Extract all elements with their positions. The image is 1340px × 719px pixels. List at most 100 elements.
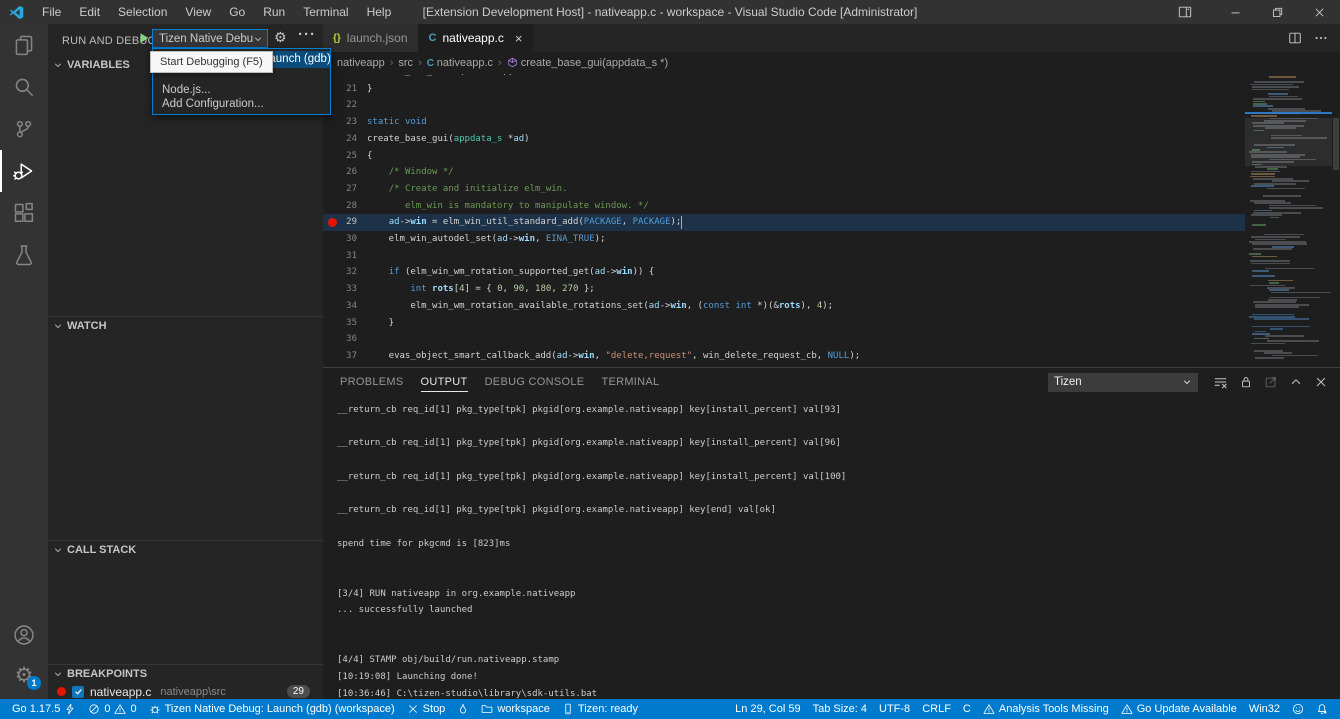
menu-view[interactable]: View bbox=[176, 0, 220, 24]
line-number[interactable]: 25 bbox=[323, 148, 357, 165]
open-output-in-editor-icon[interactable] bbox=[1264, 375, 1278, 389]
breakpoint-dot-icon bbox=[57, 687, 66, 696]
minimap[interactable] bbox=[1245, 74, 1332, 367]
line-number[interactable]: 27 bbox=[323, 181, 357, 198]
line-number[interactable]: 29 bbox=[323, 214, 357, 231]
menu-go[interactable]: Go bbox=[220, 0, 254, 24]
breadcrumb-item[interactable]: src bbox=[398, 57, 413, 69]
line-number[interactable]: 34 bbox=[323, 298, 357, 315]
start-debugging-button[interactable] bbox=[137, 31, 151, 45]
activity-explorer-icon[interactable] bbox=[0, 24, 48, 66]
menu-help[interactable]: Help bbox=[358, 0, 401, 24]
dropdown-item[interactable]: Add Configuration... bbox=[153, 97, 330, 111]
chevron-right-icon: › bbox=[418, 57, 422, 69]
output-log[interactable]: __return_cb req_id[1] pkg_type[tpk] pkgi… bbox=[323, 396, 1340, 699]
activity-test-beaker-icon[interactable] bbox=[0, 234, 48, 276]
search-icon bbox=[13, 76, 35, 98]
line-number[interactable]: 24 bbox=[323, 131, 357, 148]
close-panel-icon[interactable] bbox=[1314, 375, 1328, 389]
activity-extensions-icon[interactable] bbox=[0, 192, 48, 234]
activity-source-control-icon[interactable] bbox=[0, 108, 48, 150]
status-feedback[interactable] bbox=[1286, 699, 1310, 719]
output-line: [4/4] STAMP obj/build/run.nativeapp.stam… bbox=[337, 652, 1340, 669]
split-editor-icon[interactable] bbox=[1288, 31, 1302, 45]
status-flame[interactable] bbox=[451, 699, 475, 719]
status-eol[interactable]: CRLF bbox=[916, 699, 957, 719]
line-number[interactable]: 31 bbox=[323, 248, 357, 265]
activity-accounts-icon[interactable] bbox=[0, 615, 48, 655]
restore-icon[interactable] bbox=[1256, 0, 1298, 24]
panel-tab-output[interactable]: OUTPUT bbox=[421, 368, 468, 396]
status-go-update[interactable]: Go Update Available bbox=[1115, 699, 1243, 719]
status-language-mode[interactable]: C bbox=[957, 699, 977, 719]
line-number[interactable]: 37 bbox=[323, 348, 357, 365]
section-watch[interactable]: WATCH bbox=[48, 316, 323, 334]
line-number[interactable]: 35 bbox=[323, 315, 357, 332]
status-problems[interactable]: 00 bbox=[82, 699, 142, 719]
bell-dot-icon bbox=[1316, 703, 1328, 715]
tab-launch.json[interactable]: {}launch.json bbox=[323, 24, 419, 52]
breakpoint-checkbox[interactable] bbox=[72, 686, 84, 698]
status-stop[interactable]: Stop bbox=[401, 699, 452, 719]
status-tab-size[interactable]: Tab Size: 4 bbox=[807, 699, 873, 719]
status-text: workspace bbox=[497, 703, 550, 715]
more-actions-icon[interactable] bbox=[1314, 31, 1328, 45]
flame-icon bbox=[457, 703, 469, 715]
debug-config-select[interactable]: Tizen Native Debu bbox=[152, 29, 268, 48]
breadcrumb-item[interactable]: C nativeapp.c bbox=[427, 57, 493, 69]
status-analysis-tools[interactable]: Analysis Tools Missing bbox=[977, 699, 1115, 719]
line-number[interactable]: 23 bbox=[323, 114, 357, 131]
status-text: UTF-8 bbox=[879, 703, 910, 715]
activity-search-icon[interactable] bbox=[0, 66, 48, 108]
panel-tab-problems[interactable]: PROBLEMS bbox=[340, 368, 404, 396]
menu-selection[interactable]: Selection bbox=[109, 0, 176, 24]
warning-icon bbox=[114, 703, 126, 715]
symbol-method-icon bbox=[507, 57, 521, 69]
minimize-icon[interactable] bbox=[1214, 0, 1256, 24]
chevron-down-icon bbox=[253, 34, 263, 44]
code-editor[interactable]: 20 elm_win_lower(ad->win);21}2223static … bbox=[323, 74, 1340, 367]
more-actions-icon[interactable]: ··· bbox=[298, 26, 316, 43]
tab-nativeapp.c[interactable]: Cnativeapp.c× bbox=[419, 24, 534, 52]
editor-scrollbar[interactable] bbox=[1332, 74, 1340, 367]
close-window-icon[interactable] bbox=[1298, 0, 1340, 24]
line-number[interactable]: 32 bbox=[323, 264, 357, 281]
bolt-icon bbox=[64, 703, 76, 715]
line-number[interactable]: 28 bbox=[323, 198, 357, 215]
lock-autoscroll-icon[interactable] bbox=[1239, 375, 1253, 389]
status-encoding[interactable]: UTF-8 bbox=[873, 699, 916, 719]
debug-settings-gear-icon[interactable]: ⚙ bbox=[274, 30, 287, 44]
activity-run-and-debug-icon[interactable] bbox=[0, 150, 48, 192]
line-number[interactable]: 26 bbox=[323, 164, 357, 181]
status-go-version[interactable]: Go 1.17.5 bbox=[6, 699, 82, 719]
status-cursor-position[interactable]: Ln 29, Col 59 bbox=[729, 699, 806, 719]
panel-tab-debug-console[interactable]: DEBUG CONSOLE bbox=[485, 368, 585, 396]
vscode-window: FileEditSelectionViewGoRunTerminalHelp [… bbox=[0, 0, 1340, 719]
clear-output-icon[interactable] bbox=[1213, 375, 1228, 390]
breadcrumb-item[interactable]: create_base_gui(appdata_s *) bbox=[507, 57, 668, 69]
panel-tab-terminal[interactable]: TERMINAL bbox=[601, 368, 659, 396]
line-number[interactable]: 33 bbox=[323, 281, 357, 298]
status-tizen-ready[interactable]: Tizen: ready bbox=[556, 699, 644, 719]
status-debug-launch[interactable]: Tizen Native Debug: Launch (gdb) (worksp… bbox=[143, 699, 401, 719]
status-platform[interactable]: Win32 bbox=[1243, 699, 1286, 719]
output-line: __return_cb req_id[1] pkg_type[tpk] pkgi… bbox=[337, 435, 1340, 452]
menu-terminal[interactable]: Terminal bbox=[294, 0, 357, 24]
maximize-panel-icon[interactable] bbox=[1289, 375, 1303, 389]
layout-toggle-icon[interactable] bbox=[1166, 0, 1204, 24]
breadcrumb-item[interactable]: nativeapp bbox=[337, 57, 385, 69]
menu-file[interactable]: File bbox=[33, 0, 70, 24]
status-workspace[interactable]: workspace bbox=[475, 699, 556, 719]
menu-run[interactable]: Run bbox=[254, 0, 294, 24]
close-tab-icon[interactable]: × bbox=[515, 31, 523, 46]
status-notifications[interactable] bbox=[1310, 699, 1334, 719]
line-number[interactable]: 36 bbox=[323, 331, 357, 348]
output-channel-select[interactable]: Tizen bbox=[1048, 373, 1198, 392]
status-text: Ln 29, Col 59 bbox=[735, 703, 800, 715]
activity-settings-icon[interactable]: ⚙1 bbox=[0, 655, 48, 695]
menu-edit[interactable]: Edit bbox=[70, 0, 109, 24]
line-number[interactable]: 30 bbox=[323, 231, 357, 248]
dropdown-item[interactable]: Node.js... bbox=[153, 83, 330, 97]
section-call-stack[interactable]: CALL STACK bbox=[48, 540, 323, 558]
section-breakpoints[interactable]: BREAKPOINTS bbox=[48, 664, 323, 682]
